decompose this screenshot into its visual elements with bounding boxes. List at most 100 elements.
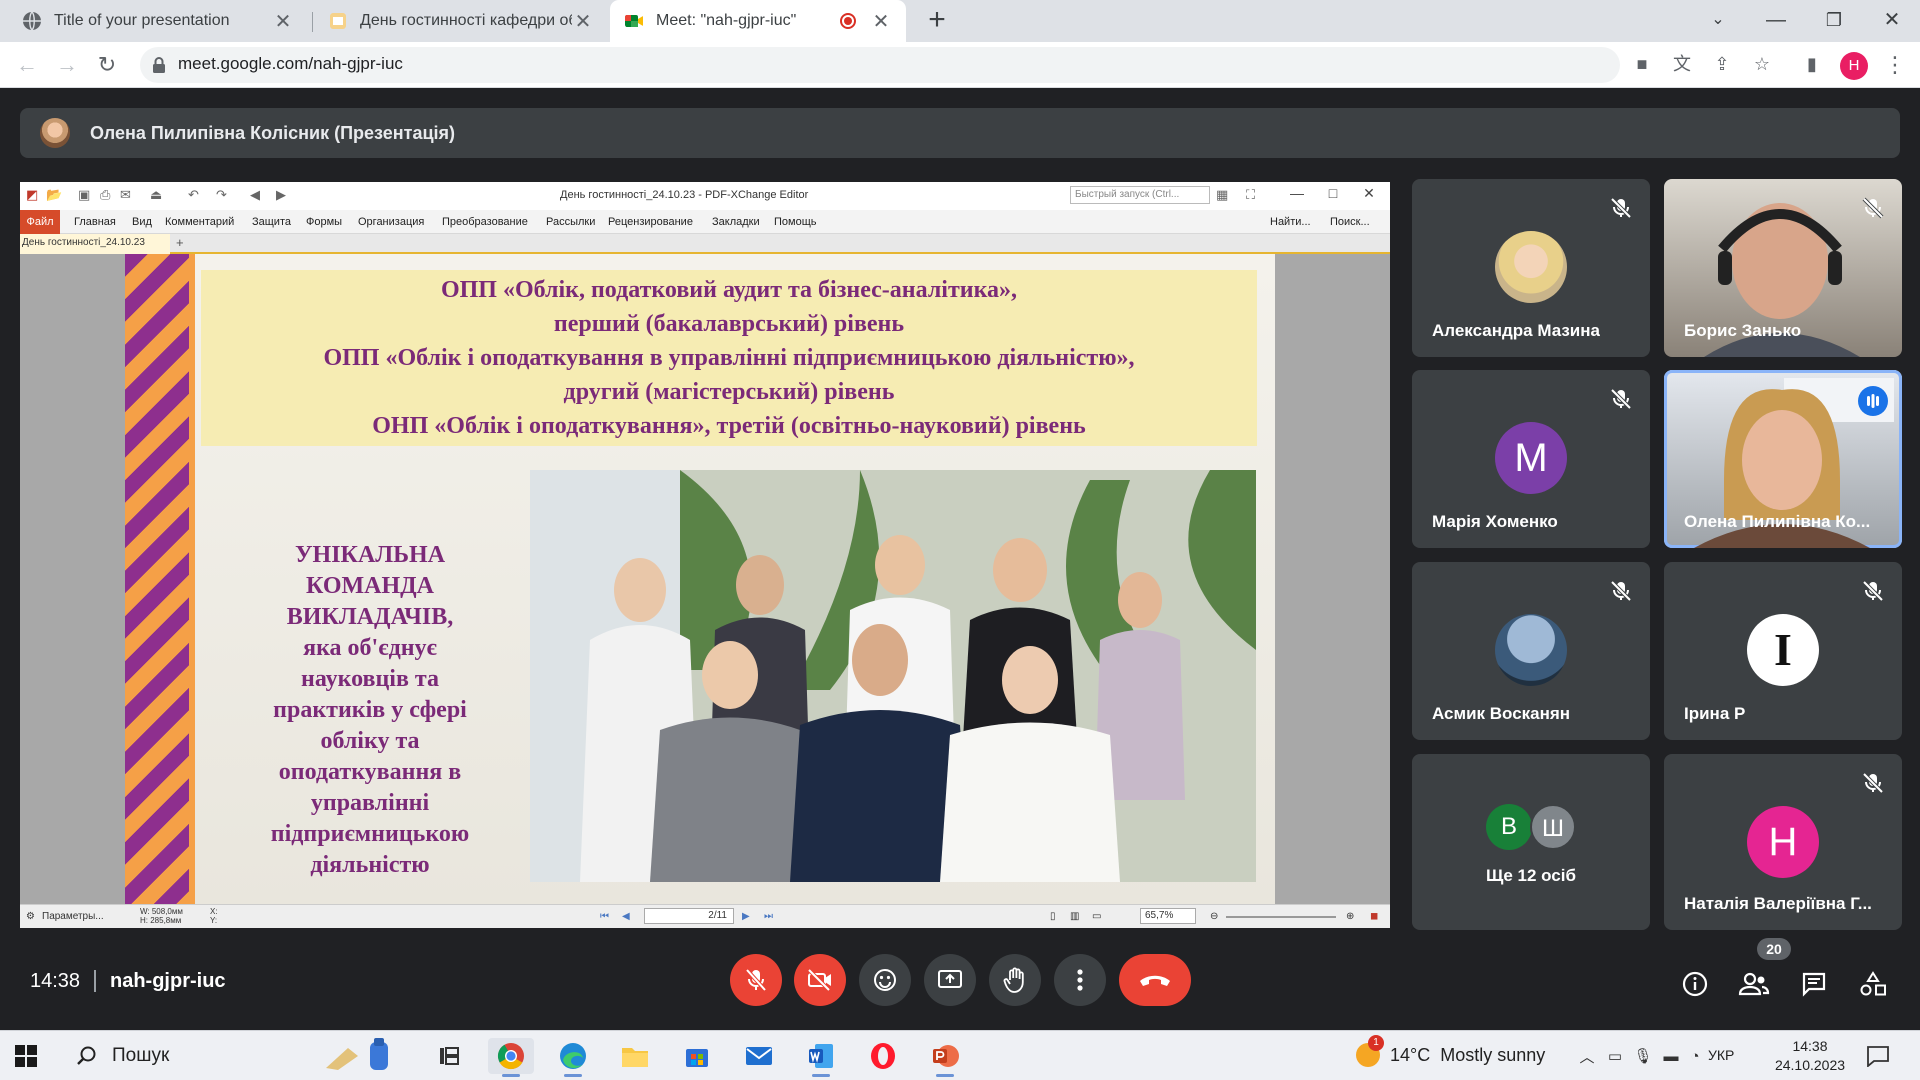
menu-convert[interactable]: Преобразование: [442, 216, 528, 228]
menu-forms[interactable]: Формы: [306, 216, 342, 228]
address-bar[interactable]: meet.google.com/nah-gjpr-iuc: [140, 47, 1620, 83]
participant-tile[interactable]: M Марія Хоменко: [1412, 370, 1650, 548]
camera-toggle-button[interactable]: [794, 954, 846, 1006]
file-explorer-icon[interactable]: [612, 1038, 658, 1074]
reactions-button[interactable]: [859, 954, 911, 1006]
share-icon[interactable]: ⇪: [1708, 50, 1736, 78]
pdf-doc-tab[interactable]: День гостинності_24.10.23: [20, 234, 170, 254]
taskbar-search[interactable]: Пошук: [62, 1037, 402, 1075]
battery-icon[interactable]: ▬: [1660, 1045, 1682, 1067]
participant-tile-speaking[interactable]: Олена Пилипівна Ко...: [1664, 370, 1902, 548]
microphone-toggle-button[interactable]: [730, 954, 782, 1006]
menu-protect[interactable]: Защита: [252, 216, 291, 228]
weather-widget[interactable]: 1 14°C Mostly sunny: [1356, 1035, 1545, 1067]
browser-tab-active[interactable]: Meet: "nah-gjpr-iuc" ✕: [610, 0, 906, 42]
zoom-out-icon[interactable]: ⊖: [1210, 911, 1218, 922]
menu-comment[interactable]: Комментарий: [165, 216, 234, 228]
activities-button[interactable]: [1855, 966, 1891, 1002]
status-params[interactable]: Параметры...: [42, 911, 104, 922]
new-tab-button[interactable]: +: [920, 4, 954, 38]
prev-page-icon[interactable]: ◀: [622, 911, 630, 922]
word-icon[interactable]: [798, 1038, 844, 1077]
mail-icon[interactable]: [736, 1038, 782, 1074]
people-button[interactable]: [1736, 966, 1772, 1002]
windows-start-icon[interactable]: [14, 1044, 38, 1068]
browser-menu-icon[interactable]: ⋮: [1880, 50, 1910, 80]
facing-icon[interactable]: ▭: [1092, 911, 1101, 922]
page-number-input[interactable]: 2/11: [644, 908, 734, 924]
new-doc-tab-icon[interactable]: +: [176, 235, 184, 250]
email-icon[interactable]: ✉: [120, 187, 131, 203]
single-page-icon[interactable]: ▯: [1050, 911, 1056, 922]
reload-icon[interactable]: ↻: [92, 50, 122, 80]
fullscreen-icon[interactable]: ⛶: [1246, 187, 1255, 203]
participant-tile[interactable]: Борис Занько: [1664, 179, 1902, 357]
participant-tile[interactable]: Александра Мазина: [1412, 179, 1650, 357]
quick-launch-input[interactable]: Быстрый запуск (Ctrl...: [1070, 186, 1210, 204]
profile-avatar[interactable]: H: [1840, 52, 1868, 80]
close-tab-icon[interactable]: ✕: [870, 9, 892, 34]
close-tab-icon[interactable]: ✕: [272, 9, 294, 34]
forward-icon[interactable]: →: [52, 50, 82, 80]
search-button[interactable]: Поиск...: [1330, 216, 1370, 228]
restore-icon[interactable]: ❐: [1806, 0, 1862, 42]
bookmark-star-icon[interactable]: ☆: [1748, 50, 1776, 78]
back-icon[interactable]: ←: [12, 50, 42, 80]
save-icon[interactable]: ▣: [78, 187, 90, 203]
raise-hand-button[interactable]: [989, 954, 1041, 1006]
meet-tray-icon[interactable]: ▭: [1604, 1045, 1626, 1067]
close-window-icon[interactable]: ✕: [1864, 0, 1920, 42]
undo-icon[interactable]: ↶: [188, 187, 199, 203]
next-page-icon[interactable]: ▶: [742, 911, 750, 922]
menu-file[interactable]: Файл: [20, 210, 60, 234]
chrome-icon[interactable]: [488, 1038, 534, 1077]
pdf-minimize-icon[interactable]: —: [1282, 185, 1312, 201]
layout-icon[interactable]: ▦: [1216, 187, 1228, 203]
menu-view[interactable]: Вид: [132, 216, 152, 228]
redo-icon[interactable]: ↷: [216, 187, 227, 203]
tray-overflow-icon[interactable]: ︿: [1576, 1045, 1598, 1067]
powerpoint-icon[interactable]: [922, 1038, 968, 1077]
participant-tile[interactable]: H Наталія Валеріївна Г...: [1664, 754, 1902, 930]
print-icon[interactable]: ⎙: [100, 187, 110, 203]
first-page-icon[interactable]: ⏮: [600, 911, 609, 922]
close-tab-icon[interactable]: ✕: [572, 9, 594, 34]
chat-button[interactable]: [1796, 966, 1832, 1002]
translate-icon[interactable]: 文: [1668, 50, 1696, 78]
continuous-icon[interactable]: ▥: [1070, 911, 1079, 922]
pdf-maximize-icon[interactable]: □: [1318, 185, 1348, 201]
zoom-in-icon[interactable]: ⊕: [1346, 911, 1354, 922]
menu-bookmarks[interactable]: Закладки: [712, 216, 760, 228]
open-icon[interactable]: 📂: [46, 187, 62, 203]
pdf-close-icon[interactable]: ✕: [1354, 185, 1384, 202]
browser-tab[interactable]: Title of your presentation ✕: [8, 0, 308, 42]
settings-gear-icon[interactable]: ⚙: [26, 911, 35, 922]
side-panel-icon[interactable]: ▮: [1798, 50, 1826, 78]
zoom-slider[interactable]: [1226, 916, 1336, 918]
last-page-icon[interactable]: ⏭: [764, 911, 773, 922]
participant-tile[interactable]: Асмик Восканян: [1412, 562, 1650, 740]
scan-icon[interactable]: ⏏: [150, 187, 162, 203]
find-button[interactable]: Найти...: [1270, 216, 1311, 228]
task-view-icon[interactable]: [426, 1038, 472, 1074]
language-indicator[interactable]: УКР: [1708, 1047, 1734, 1063]
store-icon[interactable]: [674, 1038, 720, 1074]
more-participants-tile[interactable]: B Ш Ще 12 осіб: [1412, 754, 1650, 930]
prev-view-icon[interactable]: ◀: [250, 187, 260, 203]
wifi-icon[interactable]: ◔: [1684, 1045, 1706, 1067]
present-screen-button[interactable]: [924, 954, 976, 1006]
leave-call-button[interactable]: [1119, 954, 1191, 1006]
meeting-details-button[interactable]: [1677, 966, 1713, 1002]
microphone-tray-icon[interactable]: 🎙: [1632, 1045, 1654, 1067]
tab-search-icon[interactable]: ⌄: [1690, 0, 1746, 42]
system-clock[interactable]: 14:38 24.10.2023: [1770, 1037, 1850, 1075]
camera-blocked-icon[interactable]: ■: [1628, 50, 1656, 78]
menu-home[interactable]: Главная: [74, 216, 116, 228]
menu-review[interactable]: Рецензирование: [608, 216, 693, 228]
participant-tile[interactable]: I Ірина Р: [1664, 562, 1902, 740]
menu-help[interactable]: Помощь: [774, 216, 817, 228]
edge-icon[interactable]: [550, 1038, 596, 1077]
menu-mailings[interactable]: Рассылки: [546, 216, 595, 228]
minimize-icon[interactable]: —: [1748, 0, 1804, 42]
more-options-button[interactable]: [1054, 954, 1106, 1006]
